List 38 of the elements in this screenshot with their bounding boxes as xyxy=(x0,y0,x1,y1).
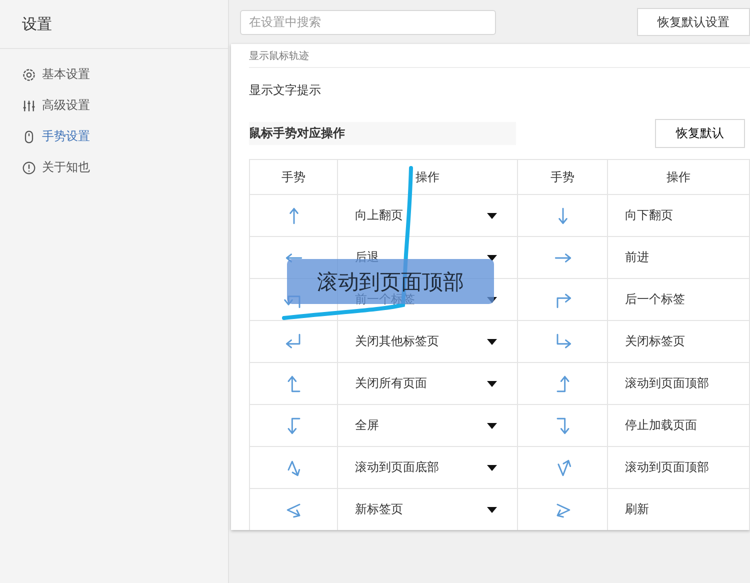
table-cell: 滚动到页面顶部 xyxy=(608,446,750,488)
column-header: 操作 xyxy=(338,160,518,194)
mouse-icon xyxy=(22,130,36,144)
sidebar-item[interactable]: 基本设置 xyxy=(22,66,206,83)
table-cell: 关闭标签页 xyxy=(608,320,750,362)
table-cell: 停止加载页面 xyxy=(608,404,750,446)
option-label: 显示文字提示 xyxy=(249,82,321,98)
action-dropdown[interactable]: 滚动到页面底部 xyxy=(338,447,517,488)
table-cell: 向下翻页 xyxy=(608,194,750,236)
caret-icon xyxy=(487,422,497,428)
option-label: 显示鼠标轨迹 xyxy=(249,50,309,62)
action-dropdown[interactable]: 向上翻页 xyxy=(338,195,517,236)
table-cell: 后一个标签 xyxy=(608,278,750,320)
action-dropdown[interactable]: 关闭其他标签页 xyxy=(338,321,517,362)
sidebar-title: 设置 xyxy=(0,0,228,49)
column-header: 操作 xyxy=(608,160,750,194)
info-icon xyxy=(22,160,36,174)
restore-defaults-button[interactable]: 恢复默认设置 xyxy=(637,8,750,36)
caret-icon xyxy=(487,380,497,386)
caret-icon xyxy=(487,506,497,512)
action-dropdown[interactable]: 新标签页 xyxy=(338,489,517,530)
caret-icon xyxy=(487,212,497,218)
caret-icon xyxy=(487,464,497,470)
column-header: 手势 xyxy=(518,160,608,194)
action-dropdown[interactable]: 关闭所有页面 xyxy=(338,363,517,404)
sidebar-item[interactable]: 手势设置 xyxy=(22,128,206,145)
sliders-icon xyxy=(22,98,36,112)
caret-icon xyxy=(487,338,497,344)
column-header: 手势 xyxy=(250,160,338,194)
table-cell: 滚动到页面顶部 xyxy=(608,362,750,404)
search-field[interactable]: 在设置中搜索 xyxy=(240,10,496,34)
table-cell: 前进 xyxy=(608,236,750,278)
restore-defaults-button[interactable]: 恢复默认 xyxy=(655,118,745,148)
sidebar-item[interactable]: 高级设置 xyxy=(22,97,206,114)
section-title: 鼠标手势对应操作 xyxy=(249,122,516,144)
sidebar-item[interactable]: 关于知也 xyxy=(22,159,206,176)
action-dropdown[interactable]: 全屏 xyxy=(338,405,517,446)
gear-icon xyxy=(22,68,36,82)
